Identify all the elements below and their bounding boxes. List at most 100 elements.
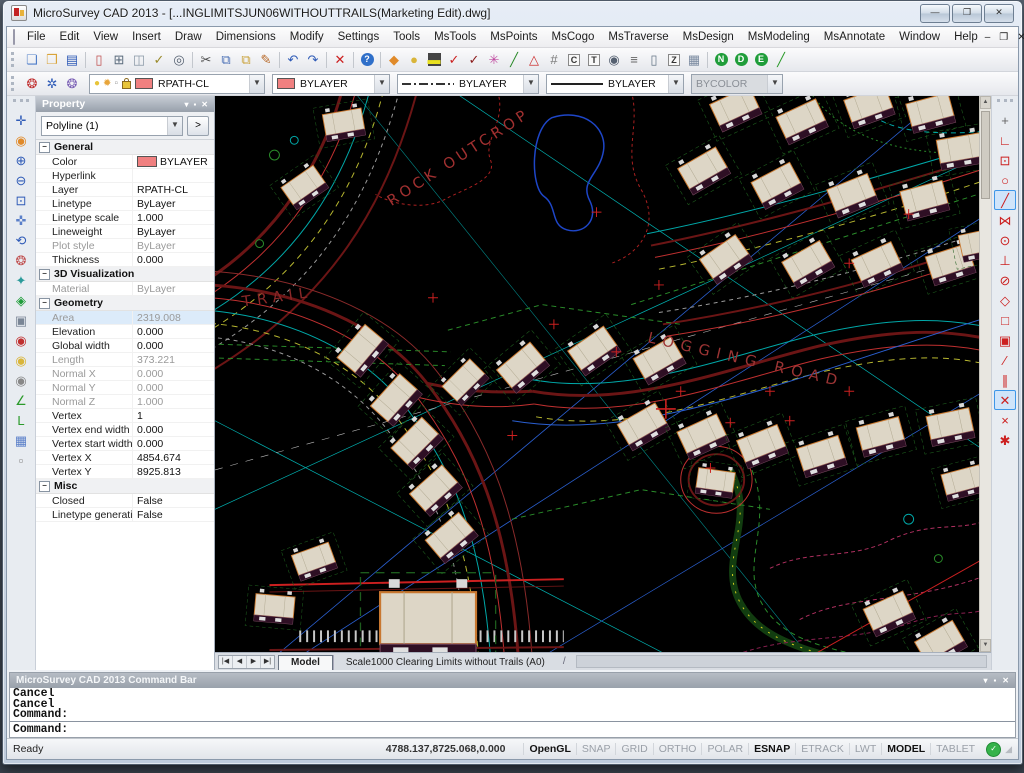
property-row[interactable]: Normal Y0.000 xyxy=(36,381,214,395)
menu-settings[interactable]: Settings xyxy=(331,29,387,45)
quick-select-button[interactable]: > xyxy=(187,116,209,136)
collapse-icon[interactable]: − xyxy=(39,142,50,153)
toggle-opengl[interactable]: OpenGL xyxy=(523,743,575,755)
menu-file[interactable]: File xyxy=(20,29,53,45)
close-icon[interactable]: ✕ xyxy=(1002,676,1009,685)
toolbar-grip[interactable] xyxy=(11,52,18,67)
toggle-lwt[interactable]: LWT xyxy=(849,743,881,755)
fts-icon[interactable]: # xyxy=(544,50,564,69)
drawing-canvas[interactable]: ROCK OUTCROPTRAILLOGGING ROAD xyxy=(215,96,979,652)
toggle-snap[interactable]: SNAP xyxy=(576,743,616,755)
pan-icon[interactable]: ✛ xyxy=(10,110,32,130)
tab-nav-icon-3[interactable]: ▶| xyxy=(261,656,274,668)
property-value[interactable]: 1.000 xyxy=(133,396,214,408)
scrollbar-thumb[interactable] xyxy=(981,111,990,199)
menu-help[interactable]: Help xyxy=(947,29,985,45)
scale-z-icon[interactable]: Z xyxy=(664,50,684,69)
snap-none-icon[interactable]: ✱ xyxy=(994,430,1016,450)
toggle-polar[interactable]: POLAR xyxy=(701,743,748,755)
undo-icon[interactable]: ↶ xyxy=(283,50,303,69)
mdi-minimize-icon[interactable]: – xyxy=(985,32,991,43)
orbit-icon[interactable]: ◈ xyxy=(10,290,32,310)
vertical-scrollbar[interactable]: ▲ ▼ xyxy=(979,96,991,652)
snap-endpoint-icon[interactable]: ∟ xyxy=(994,130,1016,150)
menu-modify[interactable]: Modify xyxy=(283,29,331,45)
property-row[interactable]: Vertex start width0.000 xyxy=(36,437,214,451)
notes-icon[interactable]: ▯ xyxy=(644,50,664,69)
cut-icon[interactable]: ✂ xyxy=(196,50,216,69)
snap-intersection-icon[interactable]: ✕ xyxy=(994,390,1016,410)
property-section[interactable]: −3D Visualization xyxy=(36,267,214,282)
tab-nav-icon-0[interactable]: |◀ xyxy=(219,656,233,668)
command-history[interactable]: Cancel Cancel Command: xyxy=(10,688,1015,722)
slope-line-icon[interactable]: ╱ xyxy=(771,50,791,69)
snap-tangent-icon[interactable]: ⊘ xyxy=(994,270,1016,290)
snap-insert-block-icon[interactable]: ▣ xyxy=(994,330,1016,350)
find-icon[interactable]: ◎ xyxy=(169,50,189,69)
erase-icon[interactable]: ✕ xyxy=(330,50,350,69)
tab-model[interactable]: Model xyxy=(278,655,333,670)
zoom-point-icon[interactable]: ◉ xyxy=(604,50,624,69)
property-row[interactable]: ColorBYLAYER xyxy=(36,155,214,169)
view-top-eye-icon[interactable]: ◉ xyxy=(10,350,32,370)
layer-combo[interactable]: ● ✹ ▫ RPATH-CL ▼ xyxy=(89,74,265,94)
property-value[interactable]: 0.000 xyxy=(133,382,214,394)
pin-icon[interactable]: ▪ xyxy=(993,676,996,685)
toggle-tablet[interactable]: TABLET xyxy=(930,743,980,755)
properties-toggle-icon[interactable]: ▫ xyxy=(10,450,32,470)
t-toggle-icon[interactable]: T xyxy=(584,50,604,69)
collapse-icon[interactable]: − xyxy=(39,481,50,492)
property-row[interactable]: Vertex X4854.674 xyxy=(36,451,214,465)
snap-mark-icon[interactable]: + xyxy=(994,110,1016,130)
chevron-down-icon[interactable]: ▼ xyxy=(523,75,538,93)
format-painter-icon[interactable]: ✎ xyxy=(256,50,276,69)
tab-nav-icon-1[interactable]: ◀ xyxy=(233,656,247,668)
render-icon[interactable]: ❂ xyxy=(62,74,82,93)
property-row[interactable]: Area2319.008 xyxy=(36,311,214,325)
open-icon[interactable]: ❒ xyxy=(42,50,62,69)
property-row[interactable]: Normal Z1.000 xyxy=(36,395,214,409)
visual-style-eye-icon[interactable]: ◉ xyxy=(10,370,32,390)
window-pick-icon[interactable]: ▦ xyxy=(684,50,704,69)
snap-midpoint-icon[interactable]: ⋈ xyxy=(994,210,1016,230)
ucs-axes-icon[interactable]: ∠ xyxy=(10,390,32,410)
property-row[interactable]: Vertex Y8925.813 xyxy=(36,465,214,479)
pin-icon[interactable]: ▪ xyxy=(193,100,196,109)
snap-center-icon[interactable]: ⊙ xyxy=(994,230,1016,250)
property-value[interactable]: 0.000 xyxy=(133,424,214,436)
zoom-previous-icon[interactable]: ⟲ xyxy=(10,230,32,250)
scrollbar-track[interactable] xyxy=(980,201,991,639)
chevron-down-icon[interactable]: ▼ xyxy=(167,117,182,135)
points-burst-icon[interactable]: ✳ xyxy=(484,50,504,69)
property-value[interactable]: 4854.674 xyxy=(133,452,214,464)
area-label-icon[interactable]: ● xyxy=(404,50,424,69)
property-row[interactable]: Vertex1 xyxy=(36,409,214,423)
property-row[interactable]: Vertex end width0.000 xyxy=(36,423,214,437)
property-value[interactable]: 8925.813 xyxy=(133,466,214,478)
menu-mstools[interactable]: MsTools xyxy=(427,29,483,45)
property-section[interactable]: −Misc xyxy=(36,479,214,494)
zoom-window-icon[interactable]: ⊡ xyxy=(10,190,32,210)
print-icon[interactable]: ⊞ xyxy=(109,50,129,69)
toolbar-grip[interactable] xyxy=(997,99,1013,107)
plumb-point-icon[interactable]: ◆ xyxy=(384,50,404,69)
tab-layout[interactable]: Scale1000 Clearing Limits without Trails… xyxy=(333,655,557,670)
collapse-icon[interactable]: − xyxy=(39,269,50,280)
property-section[interactable]: −General xyxy=(36,140,214,155)
command-input[interactable]: Command: xyxy=(10,722,1015,737)
menu-insert[interactable]: Insert xyxy=(125,29,168,45)
north-icon[interactable]: N xyxy=(711,50,731,69)
property-value[interactable]: 0.000 xyxy=(133,340,214,352)
menu-tools[interactable]: Tools xyxy=(386,29,427,45)
ucs-world-axes-icon[interactable]: L xyxy=(10,410,32,430)
property-value[interactable]: 0.000 xyxy=(133,254,214,266)
redo-icon[interactable]: ↷ xyxy=(303,50,323,69)
property-value[interactable]: 373.221 xyxy=(133,354,214,366)
property-value[interactable]: ByLayer xyxy=(133,198,214,210)
toolbar-grip[interactable] xyxy=(13,99,29,107)
resize-grip-icon[interactable]: ◢ xyxy=(1005,744,1012,755)
help-icon[interactable]: ? xyxy=(357,50,377,69)
color-combo[interactable]: BYLAYER ▼ xyxy=(272,74,390,94)
snap-apparent-icon[interactable]: × xyxy=(994,410,1016,430)
elevation-icon[interactable]: E xyxy=(751,50,771,69)
